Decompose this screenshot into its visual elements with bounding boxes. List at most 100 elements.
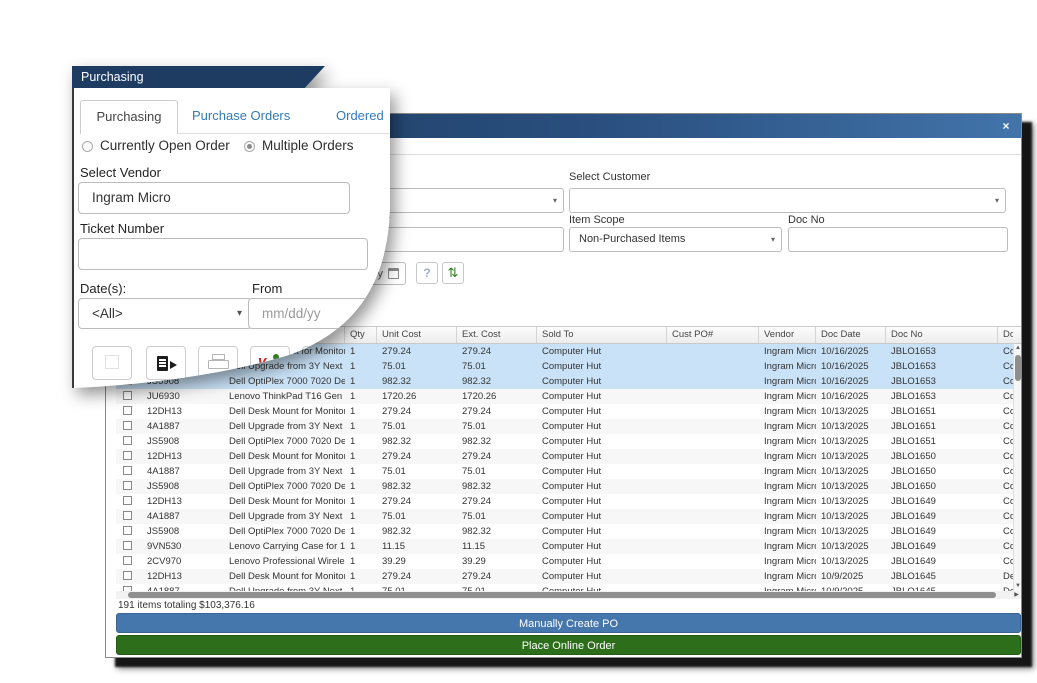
cell-checkbox xyxy=(116,419,142,434)
cell-doc: Cor xyxy=(998,494,1013,509)
tab-purchase-orders[interactable]: Purchase Orders xyxy=(192,108,290,123)
cell-code: 4A1887 xyxy=(142,464,224,479)
row-checkbox[interactable] xyxy=(123,556,132,565)
calendar-icon[interactable] xyxy=(388,268,399,279)
vertical-scroll-thumb[interactable] xyxy=(1015,355,1021,381)
column-header[interactable]: Doc Date xyxy=(816,327,886,343)
column-header[interactable]: Doc xyxy=(998,327,1013,343)
place-online-order-button[interactable]: Place Online Order xyxy=(116,635,1021,655)
row-checkbox[interactable] xyxy=(123,421,132,430)
row-checkbox[interactable] xyxy=(123,466,132,475)
table-row[interactable]: JU6930Lenovo ThinkPad T16 Gen 3 21MN...1… xyxy=(116,389,1021,404)
table-row[interactable]: 12DH13Dell Desk Mount for Monitor, LCD D… xyxy=(116,494,1021,509)
multiple-orders-radio[interactable] xyxy=(244,141,255,152)
cell-sold_to: Computer Hut xyxy=(537,464,667,479)
cell-vendor: Ingram Micro xyxy=(759,479,816,494)
table-row[interactable]: 4A1887Dell Upgrade from 3Y Next Busines.… xyxy=(116,464,1021,479)
sync-icon[interactable]: ⇅ xyxy=(442,262,464,284)
cell-desc: Lenovo Professional Wireless Laser... xyxy=(224,554,345,569)
cell-qty: 1 xyxy=(345,524,377,539)
horizontal-scrollbar[interactable]: ▶ xyxy=(116,591,1021,599)
cell-unit_cost: 75.01 xyxy=(377,464,457,479)
cell-vendor: Ingram Micro xyxy=(759,554,816,569)
column-header[interactable]: Ext. Cost xyxy=(457,327,537,343)
cell-vendor: Ingram Micro xyxy=(759,539,816,554)
cell-checkbox xyxy=(116,389,142,404)
cell-sold_to: Computer Hut xyxy=(537,569,667,584)
close-icon[interactable]: × xyxy=(998,118,1014,134)
cell-qty: 1 xyxy=(345,539,377,554)
scroll-down-icon[interactable]: ▼ xyxy=(1014,582,1021,591)
row-checkbox[interactable] xyxy=(123,391,132,400)
row-checkbox[interactable] xyxy=(123,541,132,550)
dates-select[interactable]: <All> ▾ xyxy=(78,298,252,329)
tab-ordered[interactable]: Ordered xyxy=(336,108,384,123)
table-row[interactable]: 9VN530Lenovo Carrying Case for 13" to 14… xyxy=(116,539,1021,554)
select-box-icon[interactable] xyxy=(92,346,132,380)
cell-checkbox xyxy=(116,494,142,509)
table-row[interactable]: 12DH13Dell Desk Mount for Monitor, LCD D… xyxy=(116,449,1021,464)
doc-no-input[interactable] xyxy=(788,227,1008,252)
cell-checkbox xyxy=(116,584,142,591)
item-scope-select[interactable]: Non-Purchased Items ▾ xyxy=(569,227,782,252)
row-checkbox[interactable] xyxy=(123,511,132,520)
table-row[interactable]: 2CV970Lenovo Professional Wireless Laser… xyxy=(116,554,1021,569)
row-checkbox[interactable] xyxy=(123,436,132,445)
table-row[interactable]: 12DH13Dell Desk Mount for Monitor, LCD D… xyxy=(116,404,1021,419)
cell-desc: Dell Desk Mount for Monitor, LCD Di... xyxy=(224,404,345,419)
cell-cust_po xyxy=(667,494,759,509)
column-header[interactable]: Cust PO# xyxy=(667,327,759,343)
scroll-right-icon[interactable]: ▶ xyxy=(1012,591,1021,599)
cell-sold_to: Computer Hut xyxy=(537,359,667,374)
vendor-select[interactable]: Ingram Micro xyxy=(78,182,350,214)
table-row[interactable]: 12DH13Dell Desk Mount for Monitor, LCD D… xyxy=(116,569,1021,584)
column-header[interactable]: Qty xyxy=(345,327,377,343)
row-checkbox[interactable] xyxy=(123,496,132,505)
doc-no-label: Doc No xyxy=(788,214,825,226)
cell-doc_date: 10/9/2025 xyxy=(816,584,886,591)
vertical-scrollbar[interactable]: ▲ ▼ xyxy=(1013,344,1021,591)
cell-doc_date: 10/13/2025 xyxy=(816,539,886,554)
column-header[interactable]: Unit Cost xyxy=(377,327,457,343)
ticket-number-label: Ticket Number xyxy=(80,221,164,236)
table-row[interactable]: 4A1887Dell Upgrade from 3Y Next Busines.… xyxy=(116,584,1021,591)
help-button[interactable]: ? xyxy=(416,262,438,284)
cell-qty: 1 xyxy=(345,419,377,434)
cell-checkbox xyxy=(116,479,142,494)
table-row[interactable]: 4A1887Dell Upgrade from 3Y Next Busines.… xyxy=(116,419,1021,434)
cell-sold_to: Computer Hut xyxy=(537,494,667,509)
cell-code: 4A1887 xyxy=(142,509,224,524)
column-header[interactable]: Sold To xyxy=(537,327,667,343)
row-checkbox[interactable] xyxy=(123,481,132,490)
cell-ext_cost: 279.24 xyxy=(457,344,537,359)
table-row[interactable]: JS5908Dell OptiPlex 7000 7020 Desktop C.… xyxy=(116,374,1021,389)
row-checkbox[interactable] xyxy=(123,526,132,535)
cell-code: 12DH13 xyxy=(142,404,224,419)
cell-unit_cost: 75.01 xyxy=(377,509,457,524)
table-row[interactable]: JS5908Dell OptiPlex 7000 7020 Desktop C.… xyxy=(116,524,1021,539)
export-document-icon[interactable] xyxy=(146,346,186,380)
tab-purchasing[interactable]: Purchasing xyxy=(80,100,178,134)
row-checkbox[interactable] xyxy=(123,571,132,580)
ticket-number-input[interactable] xyxy=(78,238,368,270)
cell-doc_date: 10/16/2025 xyxy=(816,389,886,404)
cell-doc_no: JBLO1653 xyxy=(886,389,998,404)
table-row[interactable]: JS5908Dell OptiPlex 7000 7020 Desktop C.… xyxy=(116,434,1021,449)
table-row[interactable]: JS5908Dell OptiPlex 7000 7020 Desktop C.… xyxy=(116,479,1021,494)
manually-create-po-button[interactable]: Manually Create PO xyxy=(116,613,1021,633)
row-checkbox[interactable] xyxy=(123,451,132,460)
column-header[interactable]: Doc No xyxy=(886,327,998,343)
scroll-up-icon[interactable]: ▲ xyxy=(1014,344,1021,353)
cell-sold_to: Computer Hut xyxy=(537,509,667,524)
table-row[interactable]: 4A1887Dell Upgrade from 3Y Next Busines.… xyxy=(116,509,1021,524)
overlay-tab-divider xyxy=(178,133,390,134)
customer-select[interactable]: ▾ xyxy=(569,188,1006,213)
horizontal-scroll-thumb[interactable] xyxy=(128,592,996,598)
cell-qty: 1 xyxy=(345,509,377,524)
row-checkbox[interactable] xyxy=(123,406,132,415)
cell-doc_no: JBLO1653 xyxy=(886,344,998,359)
currently-open-order-radio[interactable] xyxy=(82,141,93,152)
cell-desc: Dell Upgrade from 3Y Next Busines... xyxy=(224,419,345,434)
column-header[interactable]: Vendor xyxy=(759,327,816,343)
cell-cust_po xyxy=(667,464,759,479)
